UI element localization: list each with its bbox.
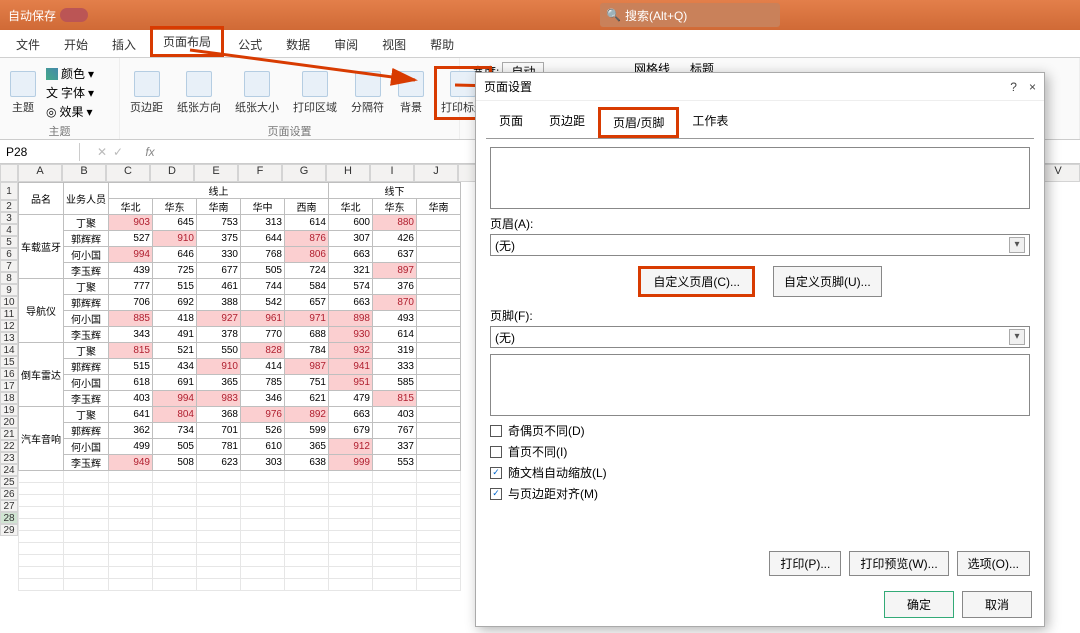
col-G[interactable]: G	[282, 164, 326, 182]
tab-help[interactable]: 帮助	[420, 32, 464, 57]
size-button[interactable]: 纸张大小	[231, 69, 283, 117]
footer-value: (无)	[495, 329, 515, 346]
col-C[interactable]: C	[106, 164, 150, 182]
printarea-icon	[302, 71, 328, 97]
check-scale[interactable]: ✓随文档自动缩放(L)	[490, 464, 1030, 481]
fonts-icon: 文	[46, 84, 58, 101]
col-E[interactable]: E	[194, 164, 238, 182]
col-F[interactable]: F	[238, 164, 282, 182]
tab-formula[interactable]: 公式	[228, 32, 272, 57]
print-preview-button[interactable]: 打印预览(W)...	[849, 551, 948, 576]
theme-icon	[10, 71, 36, 97]
cancel-fx-icon[interactable]: ✕	[97, 145, 107, 159]
autosave-label: 自动保存	[8, 7, 56, 24]
tab-home[interactable]: 开始	[54, 32, 98, 57]
col-D[interactable]: D	[150, 164, 194, 182]
dialog-tabs: 页面 页边距 页眉/页脚 工作表	[476, 101, 1044, 138]
footer-preview	[490, 354, 1030, 416]
titles-icon	[450, 71, 476, 97]
theme-colors[interactable]: 颜色 ▾	[46, 65, 94, 82]
theme-fonts[interactable]: 文字体 ▾	[46, 84, 94, 101]
bg-icon	[398, 71, 424, 97]
custom-header-button[interactable]: 自定义页眉(C)...	[638, 266, 755, 297]
effects-icon: ◎	[46, 105, 56, 119]
ribbon-tabs: 文件 开始 插入 页面布局 公式 数据 审阅 视图 帮助	[0, 30, 1080, 58]
dialog-title: 页面设置	[484, 78, 532, 95]
header-select[interactable]: (无) ▾	[490, 234, 1030, 256]
tab-view[interactable]: 视图	[372, 32, 416, 57]
col-I[interactable]: I	[370, 164, 414, 182]
ribbon-page-group: 页边距 纸张方向 纸张大小 打印区域 分隔符 背景 打印标题 页面设置	[120, 58, 460, 139]
ribbon-theme-group: 主题 颜色 ▾ 文字体 ▾ ◎效果 ▾ 主题	[0, 58, 120, 139]
theme-effects[interactable]: ◎效果 ▾	[46, 103, 94, 120]
cancel-button[interactable]: 取消	[962, 591, 1032, 618]
header-value: (无)	[495, 237, 515, 254]
size-icon	[244, 71, 270, 97]
chevron-down-icon: ▾	[1009, 329, 1025, 345]
select-all-corner[interactable]	[0, 164, 18, 182]
enter-fx-icon[interactable]: ✓	[113, 145, 123, 159]
theme-button[interactable]: 主题	[6, 69, 40, 117]
checkbox-icon	[490, 446, 502, 458]
search-placeholder: 搜索(Alt+Q)	[625, 7, 687, 24]
background-button[interactable]: 背景	[394, 69, 428, 117]
check-oddeven[interactable]: 奇偶页不同(D)	[490, 422, 1030, 439]
footer-label: 页脚(F):	[490, 307, 1030, 324]
col-H[interactable]: H	[326, 164, 370, 182]
search-box[interactable]: 🔍 搜索(Alt+Q)	[600, 3, 780, 27]
col-A[interactable]: A	[18, 164, 62, 182]
tab-review[interactable]: 审阅	[324, 32, 368, 57]
orientation-button[interactable]: 纸张方向	[173, 69, 225, 117]
fx-icon[interactable]: fx	[140, 145, 160, 159]
orientation-icon	[186, 71, 212, 97]
check-align[interactable]: ✓与页边距对齐(M)	[490, 485, 1030, 502]
tab-data[interactable]: 数据	[276, 32, 320, 57]
page-setup-dialog: 页面设置 ? × 页面 页边距 页眉/页脚 工作表 页眉(A): (无) ▾ 自定…	[475, 72, 1045, 627]
page-group-label: 页面设置	[126, 123, 453, 137]
break-button[interactable]: 分隔符	[347, 69, 388, 117]
tab-page-layout[interactable]: 页面布局	[150, 26, 224, 57]
margin-icon	[134, 71, 160, 97]
name-box[interactable]: P28	[0, 143, 80, 161]
checkbox-icon: ✓	[490, 488, 502, 500]
print-button[interactable]: 打印(P)...	[769, 551, 841, 576]
theme-group-label: 主题	[6, 123, 113, 137]
check-firstpage[interactable]: 首页不同(I)	[490, 443, 1030, 460]
checkbox-icon	[490, 425, 502, 437]
data-table[interactable]: 品名业务人员线上线下华北华东华南华中西南华北华东华南车载蓝牙丁聚90364575…	[18, 182, 461, 591]
chevron-down-icon: ▾	[1009, 237, 1025, 253]
print-area-button[interactable]: 打印区域	[289, 69, 341, 117]
header-preview	[490, 147, 1030, 209]
break-icon	[355, 71, 381, 97]
dialog-tab-page[interactable]: 页面	[486, 107, 536, 138]
dialog-close-icon[interactable]: ×	[1029, 80, 1036, 94]
options-button[interactable]: 选项(O)...	[957, 551, 1030, 576]
ok-button[interactable]: 确定	[884, 591, 954, 618]
tab-file[interactable]: 文件	[6, 32, 50, 57]
row-headers[interactable]: 1234567891011121314151617181920212223242…	[0, 182, 18, 591]
col-B[interactable]: B	[62, 164, 106, 182]
dialog-tab-sheet[interactable]: 工作表	[679, 107, 741, 138]
arrange-icon-5[interactable]	[1048, 58, 1070, 80]
search-icon: 🔍	[606, 8, 621, 22]
dialog-tab-margin[interactable]: 页边距	[536, 107, 598, 138]
colors-icon	[46, 68, 58, 80]
checkbox-icon: ✓	[490, 467, 502, 479]
header-label: 页眉(A):	[490, 215, 1030, 232]
dialog-titlebar: 页面设置 ? ×	[476, 73, 1044, 101]
margin-button[interactable]: 页边距	[126, 69, 167, 117]
footer-select[interactable]: (无) ▾	[490, 326, 1030, 348]
dialog-tab-header-footer[interactable]: 页眉/页脚	[598, 107, 679, 138]
tab-insert[interactable]: 插入	[102, 32, 146, 57]
custom-footer-button[interactable]: 自定义页脚(U)...	[773, 266, 882, 297]
col-J[interactable]: J	[414, 164, 458, 182]
autosave-toggle[interactable]	[60, 8, 88, 22]
dialog-help-icon[interactable]: ?	[1010, 80, 1017, 94]
